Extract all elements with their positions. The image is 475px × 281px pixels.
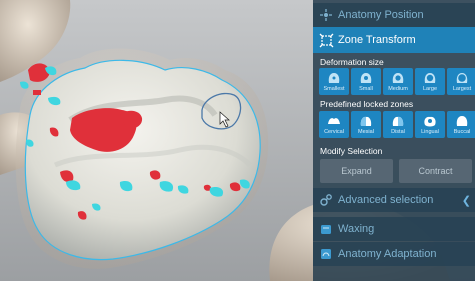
deformation-large-label: Large (422, 86, 438, 92)
deformation-small-button[interactable]: Small (351, 68, 381, 95)
anatomy-position-label: Anatomy Position (338, 9, 424, 21)
anatomy-adaptation-label: Anatomy Adaptation (338, 248, 437, 260)
deformation-largest-label: Largest (452, 86, 472, 92)
anatomy-position-header[interactable]: Anatomy Position (313, 3, 475, 27)
zone-cervical-button[interactable]: Cervical (319, 111, 349, 138)
advanced-selection-icon (318, 192, 334, 208)
advanced-selection-header[interactable]: Advanced selection ❮ (313, 188, 475, 212)
deformation-smallest-button[interactable]: Smallest (319, 68, 349, 95)
anatomy-position-icon (318, 7, 334, 23)
deformation-size-buttons: Smallest Small Medium Large Largest (319, 68, 475, 95)
zone-cervical-label: Cervical (324, 129, 344, 135)
zone-distal-button[interactable]: Distal (383, 111, 413, 138)
tooth-large-icon (424, 73, 436, 83)
cervical-icon (328, 118, 340, 124)
zone-lingual-button[interactable]: Lingual (415, 111, 445, 138)
zone-transform-icon (318, 32, 334, 48)
deformation-smallest-label: Smallest (323, 86, 345, 92)
deformation-size-label: Deformation size (320, 57, 384, 67)
zone-transform-header[interactable]: Zone Transform (313, 27, 475, 53)
anatomy-adaptation-header[interactable]: Anatomy Adaptation (313, 242, 475, 266)
waxing-header[interactable]: Waxing (313, 217, 475, 241)
waxing-icon (318, 221, 334, 237)
contract-button[interactable]: Contract (399, 159, 472, 183)
tooth-medium-icon (392, 73, 404, 83)
modify-selection-label: Modify Selection (320, 146, 383, 156)
zone-transform-label: Zone Transform (338, 34, 416, 46)
zone-lingual-label: Lingual (421, 129, 439, 135)
zone-mesial-button[interactable]: Mesial (351, 111, 381, 138)
waxing-label: Waxing (338, 223, 375, 235)
deformation-small-label: Small (359, 86, 373, 92)
zone-mesial-label: Mesial (358, 129, 374, 135)
locked-zones-label: Predefined locked zones (320, 99, 414, 109)
zone-distal-label: Distal (391, 129, 405, 135)
lingual-icon (424, 116, 436, 127)
deformation-large-button[interactable]: Large (415, 68, 445, 95)
deformation-medium-label: Medium (388, 86, 408, 92)
deformation-largest-button[interactable]: Largest (447, 68, 475, 95)
tools-panel: Anatomy Position Zone Transform Deformat… (313, 0, 475, 281)
tooth-largest-icon (456, 73, 468, 83)
tooth-small-icon (360, 73, 372, 83)
zone-buccal-label: Buccal (453, 129, 471, 135)
distal-icon (392, 116, 404, 126)
anatomy-adaptation-icon (318, 246, 334, 262)
mesial-icon (360, 116, 372, 126)
expand-button[interactable]: Expand (320, 159, 393, 183)
buccal-icon (456, 116, 468, 126)
advanced-selection-label: Advanced selection (338, 194, 434, 206)
deformation-medium-button[interactable]: Medium (383, 68, 413, 95)
locked-zones-buttons: Cervical Mesial Distal Lingual Buccal (319, 111, 475, 138)
zone-buccal-button[interactable]: Buccal (447, 111, 475, 138)
chevron-left-icon[interactable]: ❮ (462, 194, 471, 207)
tooth-small-icon (328, 73, 340, 83)
